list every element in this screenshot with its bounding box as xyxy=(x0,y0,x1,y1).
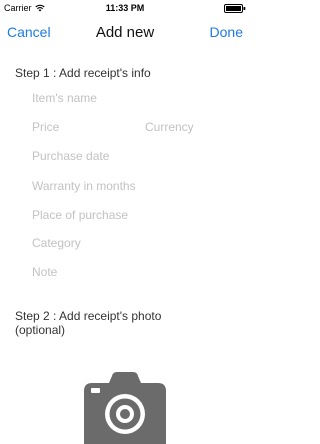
navigation-bar: Cancel Add new Done xyxy=(0,16,250,50)
step2-heading: Step 2 : Add receipt's photo (optional) xyxy=(15,309,161,337)
status-bar: Carrier 11:33 PM xyxy=(0,0,250,16)
price-field[interactable] xyxy=(32,119,132,135)
status-time: 11:33 PM xyxy=(105,3,145,13)
item-name-field[interactable] xyxy=(32,90,222,106)
step2-heading-line2: (optional) xyxy=(15,323,66,337)
note-field[interactable] xyxy=(32,264,222,280)
done-button[interactable]: Done xyxy=(210,24,243,40)
currency-field[interactable] xyxy=(145,119,235,135)
place-of-purchase-field[interactable] xyxy=(32,207,222,223)
warranty-field[interactable] xyxy=(32,178,222,194)
category-field[interactable] xyxy=(32,235,222,251)
camera-icon[interactable] xyxy=(82,370,168,444)
purchase-date-field[interactable] xyxy=(32,148,222,164)
step2-heading-line1: Step 2 : Add receipt's photo xyxy=(15,309,162,323)
step1-heading: Step 1 : Add receipt's info xyxy=(15,66,151,80)
battery-icon xyxy=(224,4,246,13)
